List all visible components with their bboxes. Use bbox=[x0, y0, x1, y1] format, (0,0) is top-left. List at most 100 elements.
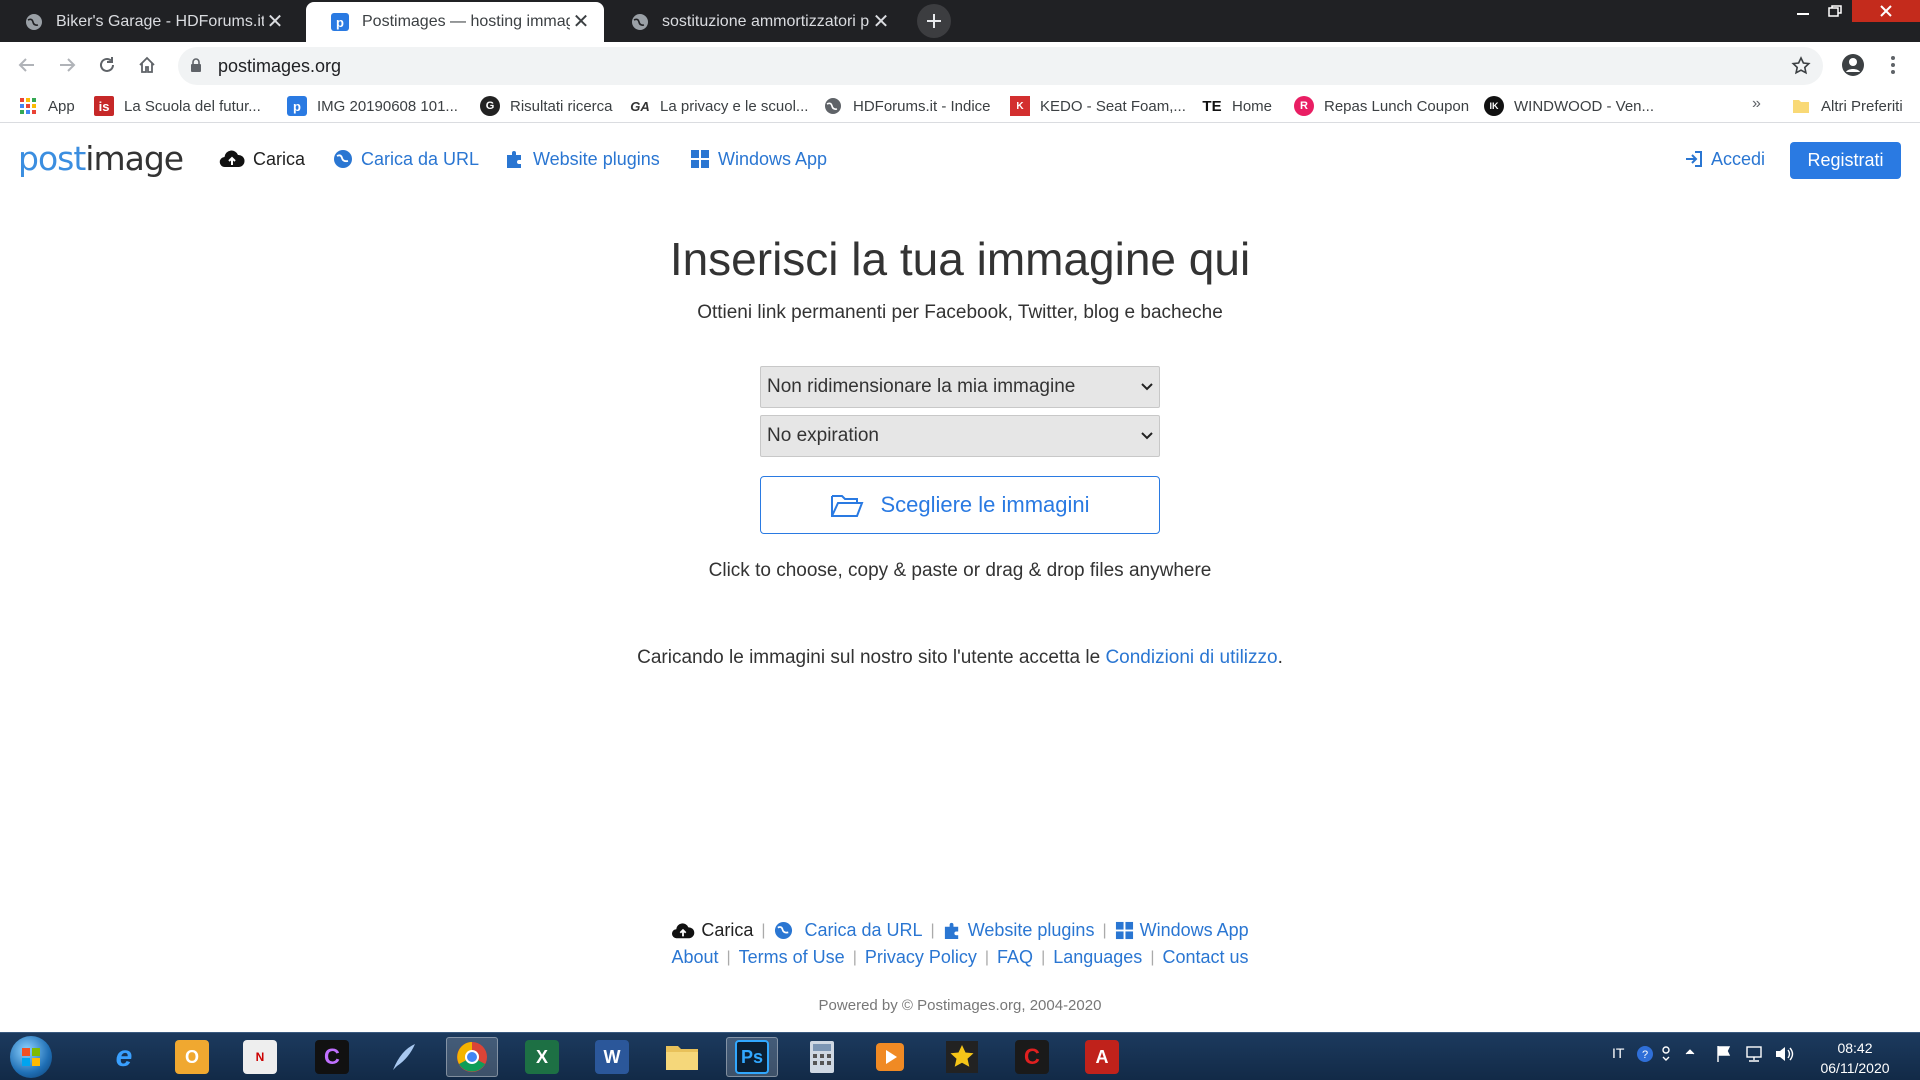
bookmark-img[interactable]: p IMG 20190608 101... bbox=[287, 95, 458, 117]
bookmark-hdforums[interactable]: HDForums.it - Indice bbox=[823, 95, 991, 117]
menu-button[interactable] bbox=[1878, 50, 1908, 80]
terms-of-use-link[interactable]: Condizioni di utilizzo bbox=[1105, 647, 1277, 668]
upload-hint: Click to choose, copy & paste or drag & … bbox=[708, 560, 1212, 581]
show-hidden-icons-icon[interactable] bbox=[1684, 1045, 1696, 1059]
bookmark-home[interactable]: TE Home bbox=[1202, 95, 1272, 117]
nav-upload-link[interactable]: Carica bbox=[219, 147, 305, 171]
footer-contact-link[interactable]: Contact us bbox=[1162, 947, 1248, 968]
resize-select-value: Non ridimensionare la mia immagine bbox=[767, 376, 1076, 397]
url-text: postimages.org bbox=[218, 56, 342, 76]
taskbar-word[interactable]: W bbox=[586, 1037, 638, 1077]
profile-button[interactable] bbox=[1838, 50, 1868, 80]
windows-logo-icon bbox=[1115, 921, 1133, 940]
bookmark-label: Risultati ricerca bbox=[510, 97, 613, 115]
bookmark-repas[interactable]: R Repas Lunch Coupon bbox=[1294, 95, 1469, 117]
footer-url-upload-link[interactable]: Carica da URL bbox=[774, 920, 923, 941]
taskbar-chrome[interactable] bbox=[446, 1037, 498, 1077]
home-button[interactable] bbox=[132, 50, 162, 80]
tab-strip: Biker's Garage - HDForums.it ✕ p Postima… bbox=[0, 0, 1920, 42]
action-center-flag-icon[interactable] bbox=[1716, 1045, 1732, 1063]
outlook-icon: O bbox=[175, 1040, 209, 1074]
nav-login-link[interactable]: Accedi bbox=[1685, 147, 1765, 171]
internet-explorer-icon: e bbox=[115, 1040, 133, 1073]
expiration-select-value: No expiration bbox=[767, 425, 879, 446]
footer-windows-app-link[interactable]: Windows App bbox=[1115, 920, 1249, 941]
bookmark-label: Altri Preferiti bbox=[1821, 97, 1903, 115]
te-icon: TE bbox=[1202, 97, 1222, 115]
taskbar-media-player[interactable] bbox=[864, 1037, 916, 1077]
taskbar-file-explorer[interactable] bbox=[656, 1037, 708, 1077]
page-subtitle: Ottieni link permanenti per Facebook, Tw… bbox=[697, 302, 1223, 323]
taskbar-excel[interactable]: X bbox=[516, 1037, 568, 1077]
taskbar-acrobat[interactable]: A bbox=[1076, 1037, 1128, 1077]
bookmark-app[interactable]: App bbox=[18, 95, 75, 117]
svg-text:p: p bbox=[336, 15, 344, 30]
taskbar-calculator[interactable] bbox=[796, 1037, 848, 1077]
photoshop-icon: Ps bbox=[735, 1040, 769, 1074]
resize-select[interactable]: Non ridimensionare la mia immagine bbox=[760, 366, 1160, 408]
back-button[interactable] bbox=[12, 50, 42, 80]
taskbar-internet-explorer[interactable]: e bbox=[98, 1037, 150, 1077]
language-indicator[interactable]: IT bbox=[1612, 1045, 1624, 1061]
tab-close-icon[interactable]: ✕ bbox=[870, 12, 892, 32]
reload-button[interactable] bbox=[92, 50, 122, 80]
tab-sostituzione[interactable]: sostituzione ammortizzatori post ✕ bbox=[606, 2, 904, 42]
network-icon[interactable] bbox=[1744, 1045, 1764, 1063]
footer-upload-link[interactable]: Carica bbox=[671, 920, 753, 941]
input-method-icon[interactable] bbox=[1660, 1045, 1672, 1063]
taskbar-outlook[interactable]: O bbox=[166, 1037, 218, 1077]
taskbar-photoshop[interactable]: Ps bbox=[726, 1037, 778, 1077]
taskbar-nikon-transfer[interactable]: N bbox=[234, 1037, 286, 1077]
bookmark-kedo[interactable]: K KEDO - Seat Foam,... bbox=[1010, 95, 1186, 117]
register-button[interactable]: Registrati bbox=[1790, 142, 1901, 179]
footer-plugins-link[interactable]: Website plugins bbox=[943, 920, 1094, 941]
bookmark-star-icon[interactable] bbox=[1791, 56, 1811, 76]
volume-icon[interactable] bbox=[1774, 1045, 1794, 1063]
address-bar[interactable]: postimages.org bbox=[178, 47, 1823, 85]
close-window-button[interactable] bbox=[1852, 0, 1920, 22]
nav-url-upload-link[interactable]: Carica da URL bbox=[333, 147, 479, 171]
globe-icon bbox=[825, 98, 841, 114]
other-bookmarks-folder[interactable]: Altri Preferiti bbox=[1791, 95, 1903, 117]
footer-privacy-link[interactable]: Privacy Policy bbox=[865, 947, 977, 968]
restore-button[interactable] bbox=[1820, 0, 1850, 22]
bookmark-label: La privacy e le scuol... bbox=[660, 97, 809, 115]
svg-text:?: ? bbox=[1642, 1049, 1648, 1061]
close-icon bbox=[1880, 5, 1892, 17]
taskbar-clock[interactable]: 08:42 06/11/2020 bbox=[1810, 1038, 1900, 1078]
help-icon[interactable]: ? bbox=[1636, 1045, 1654, 1063]
tab-close-icon[interactable]: ✕ bbox=[264, 12, 286, 32]
choose-images-button[interactable]: Scegliere le immagini bbox=[760, 476, 1160, 534]
taskbar-feather-app[interactable] bbox=[378, 1037, 430, 1077]
taskbar-movie-maker[interactable] bbox=[936, 1037, 988, 1077]
footer-about-link[interactable]: About bbox=[671, 947, 718, 968]
postimage-logo[interactable]: postimage bbox=[18, 139, 184, 178]
bookmark-scuola[interactable]: is La Scuola del futur... bbox=[94, 95, 261, 117]
tab-bikers-garage[interactable]: Biker's Garage - HDForums.it ✕ bbox=[0, 2, 298, 42]
footer-languages-link[interactable]: Languages bbox=[1053, 947, 1142, 968]
bookmark-risultati[interactable]: G Risultati ricerca bbox=[480, 95, 613, 117]
taskbar-cyberlink[interactable]: C bbox=[1006, 1037, 1058, 1077]
more-bookmarks-button[interactable]: » bbox=[1752, 95, 1761, 113]
minimize-button[interactable] bbox=[1788, 0, 1818, 22]
new-tab-button[interactable] bbox=[917, 4, 951, 38]
forward-button[interactable] bbox=[52, 50, 82, 80]
file-explorer-icon bbox=[666, 1046, 698, 1070]
footer-faq-link[interactable]: FAQ bbox=[997, 947, 1033, 968]
tab-close-icon[interactable]: ✕ bbox=[570, 12, 592, 32]
expiration-select[interactable]: No expiration bbox=[760, 415, 1160, 457]
bookmark-windwood[interactable]: IK WINDWOOD - Ven... bbox=[1484, 95, 1654, 117]
nav-windows-app-link[interactable]: Windows App bbox=[690, 147, 827, 171]
chevron-down-icon bbox=[1135, 383, 1159, 391]
bookmark-privacy[interactable]: GA La privacy e le scuol... bbox=[630, 95, 808, 117]
start-button[interactable] bbox=[10, 1036, 52, 1078]
calculator-icon bbox=[810, 1041, 834, 1073]
nav-plugins-link[interactable]: Website plugins bbox=[505, 147, 660, 171]
taskbar-capture-nx[interactable]: C bbox=[306, 1037, 358, 1077]
tab-postimages[interactable]: p Postimages — hosting immagini ✕ bbox=[306, 2, 604, 42]
repas-icon: R bbox=[1294, 96, 1314, 116]
plus-icon bbox=[927, 14, 941, 28]
bookmark-label: IMG 20190608 101... bbox=[317, 97, 458, 115]
footer-terms-link[interactable]: Terms of Use bbox=[739, 947, 845, 968]
bookmarks-bar: App is La Scuola del futur... p IMG 2019… bbox=[0, 87, 1920, 123]
